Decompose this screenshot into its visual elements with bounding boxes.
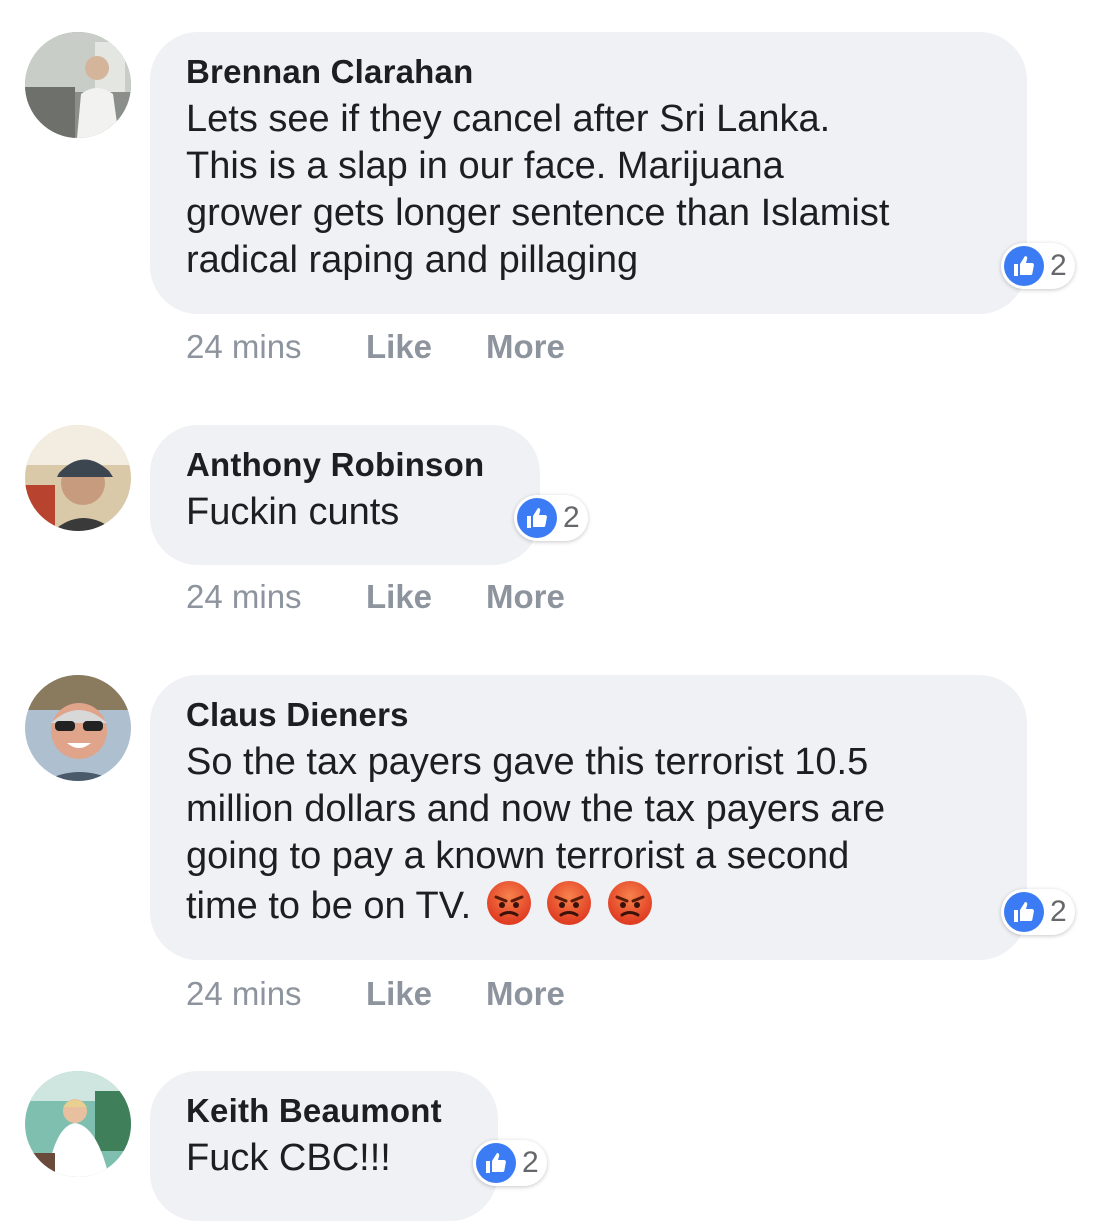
more-link[interactable]: More bbox=[486, 328, 565, 366]
comment-line: grower gets longer sentence than Islamis… bbox=[186, 192, 890, 234]
comment-line: radical raping and pillaging bbox=[186, 239, 639, 281]
comment-author[interactable]: Brennan Clarahan bbox=[186, 52, 991, 92]
comment-text: Lets see if they cancel after Sri Lanka.… bbox=[186, 96, 991, 284]
like-thumb-icon bbox=[1004, 246, 1044, 286]
comment-line: Fuckin cunts bbox=[186, 491, 400, 533]
comment-bubble: Keith Beaumont Fuck CBC!!! bbox=[150, 1071, 498, 1221]
like-thumb-icon bbox=[1004, 892, 1044, 932]
comment-text: Fuck CBC!!! bbox=[186, 1135, 462, 1182]
comment-bubble: Claus Dieners So the tax payers gave thi… bbox=[150, 675, 1027, 960]
comment-time: 24 mins bbox=[186, 975, 302, 1012]
avatar[interactable] bbox=[25, 1071, 131, 1177]
reaction-badge[interactable]: 2 bbox=[1001, 243, 1075, 289]
comment-actions: 24 mins Like More bbox=[186, 328, 565, 366]
more-link[interactable]: More bbox=[486, 578, 565, 616]
angry-emoji bbox=[486, 881, 531, 925]
comment-bubble: Brennan Clarahan Lets see if they cancel… bbox=[150, 32, 1027, 314]
comment-line: time to be on TV. bbox=[186, 880, 991, 930]
comment-actions: 24 mins Like More bbox=[186, 975, 565, 1013]
comment-bubble: Anthony Robinson Fuckin cunts bbox=[150, 425, 540, 565]
comment-line: This is a slap in our face. Marijuana bbox=[186, 145, 784, 187]
reaction-count: 2 bbox=[1050, 895, 1067, 928]
comment-line-text: time to be on TV. bbox=[186, 885, 472, 927]
reaction-badge[interactable]: 2 bbox=[514, 495, 588, 541]
like-link[interactable]: Like bbox=[366, 578, 486, 616]
comment-line: going to pay a known terrorist a second bbox=[186, 835, 850, 877]
like-link[interactable]: Like bbox=[366, 328, 486, 366]
reaction-count: 2 bbox=[1050, 249, 1067, 282]
angry-emoji bbox=[607, 881, 652, 925]
comment-author[interactable]: Anthony Robinson bbox=[186, 445, 504, 485]
comment-line: So the tax payers gave this terrorist 10… bbox=[186, 741, 869, 783]
avatar[interactable] bbox=[25, 425, 131, 531]
avatar[interactable] bbox=[25, 32, 131, 138]
comment-line: million dollars and now the tax payers a… bbox=[186, 788, 886, 830]
like-link[interactable]: Like bbox=[366, 975, 486, 1013]
comment-line: Fuck CBC!!! bbox=[186, 1137, 391, 1179]
like-thumb-icon bbox=[476, 1143, 516, 1183]
reaction-badge[interactable]: 2 bbox=[473, 1140, 547, 1186]
comment-author[interactable]: Claus Dieners bbox=[186, 695, 991, 735]
more-link[interactable]: More bbox=[486, 975, 565, 1013]
comment-text: Fuckin cunts bbox=[186, 489, 504, 536]
reaction-badge[interactable]: 2 bbox=[1001, 889, 1075, 935]
comment-time: 24 mins bbox=[186, 328, 302, 365]
comment-author[interactable]: Keith Beaumont bbox=[186, 1091, 462, 1131]
comment-actions: 24 mins Like More bbox=[186, 578, 565, 616]
reaction-count: 2 bbox=[522, 1146, 539, 1179]
avatar[interactable] bbox=[25, 675, 131, 781]
like-thumb-icon bbox=[517, 498, 557, 538]
angry-emoji bbox=[547, 881, 592, 925]
reaction-count: 2 bbox=[563, 501, 580, 534]
comment-time: 24 mins bbox=[186, 578, 302, 615]
comment-text: So the tax payers gave this terrorist 10… bbox=[186, 739, 991, 930]
comment-line: Lets see if they cancel after Sri Lanka. bbox=[186, 98, 831, 140]
